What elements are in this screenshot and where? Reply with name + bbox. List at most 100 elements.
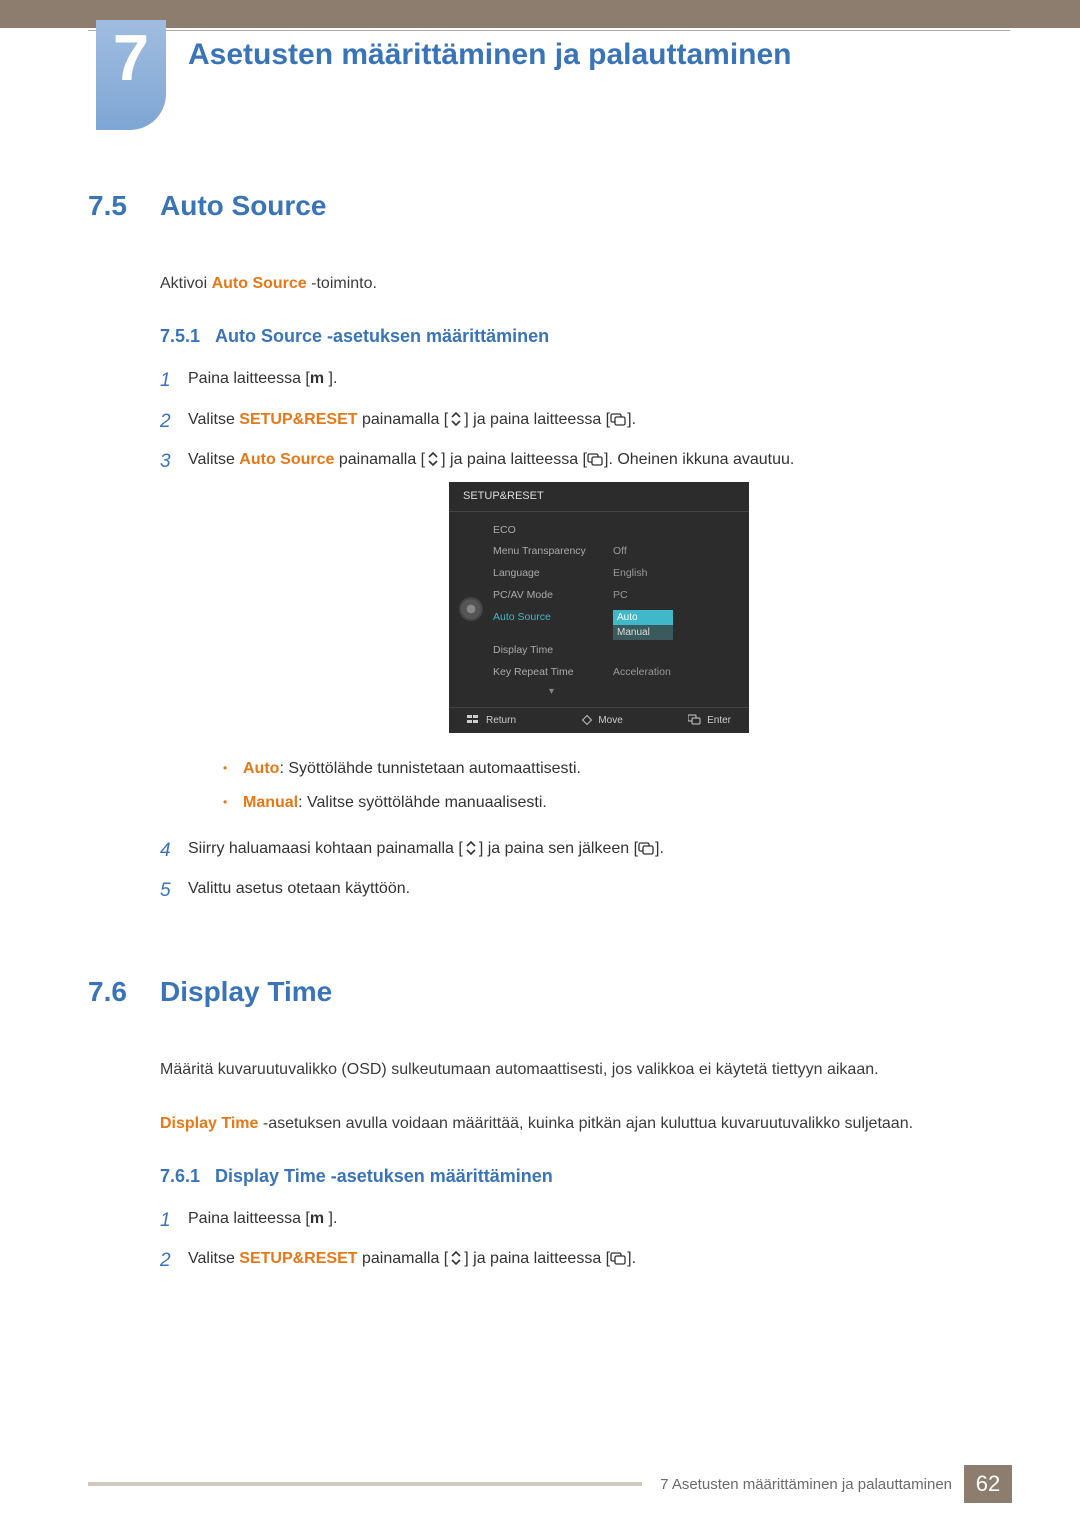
section-76-heading: 7.6 Display Time bbox=[88, 976, 1010, 1008]
footer-rule bbox=[88, 1482, 642, 1486]
title-rule bbox=[88, 30, 1010, 31]
step-1: 1 Paina laitteessa [m ]. bbox=[160, 367, 1010, 396]
text: Move bbox=[598, 713, 622, 728]
step-1: 1 Paina laitteessa [m ]. bbox=[160, 1207, 1010, 1236]
text: painamalla [ bbox=[358, 1250, 449, 1267]
highlight-auto-source: Auto Source bbox=[239, 451, 334, 468]
enter-icon bbox=[688, 714, 702, 726]
highlight-setup-reset: SETUP&RESET bbox=[239, 1250, 357, 1267]
osd-icon-column bbox=[449, 520, 493, 699]
text: Paina laitteessa [ bbox=[188, 1210, 310, 1227]
text: painamalla [ bbox=[334, 451, 425, 468]
intro-text: Aktivoi Auto Source -toiminto. bbox=[160, 272, 1010, 296]
steps-list-75: 1 Paina laitteessa [m ]. 2 Valitse SETUP… bbox=[160, 367, 1010, 906]
step-number: 4 bbox=[160, 837, 188, 866]
enter-icon bbox=[610, 411, 627, 427]
osd-secondary-option: Manual bbox=[493, 625, 749, 640]
step-4: 4 Siirry haluamaasi kohtaan painamalla [… bbox=[160, 837, 1010, 866]
osd-row-displaytime: Display Time bbox=[493, 640, 749, 662]
bullet-auto: Auto: Syöttölähde tunnistetaan automaatt… bbox=[223, 757, 1010, 781]
step-number: 2 bbox=[160, 408, 188, 437]
updown-icon bbox=[425, 451, 441, 467]
text: ]. bbox=[329, 1210, 338, 1227]
enter-icon bbox=[610, 1250, 627, 1266]
osd-value: English bbox=[613, 566, 703, 582]
section-75-heading: 7.5 Auto Source bbox=[88, 190, 1010, 222]
enter-icon bbox=[587, 451, 604, 467]
subsection-number: 7.5.1 bbox=[160, 326, 215, 347]
osd-footer-return: Return bbox=[467, 713, 516, 728]
enter-icon bbox=[638, 840, 655, 856]
osd-title: SETUP&RESET bbox=[449, 482, 749, 512]
step-3: 3 Valitse Auto Source painamalla [] ja p… bbox=[160, 448, 1010, 825]
intro-text-76: Määritä kuvaruutuvalikko (OSD) sulkeutum… bbox=[160, 1058, 1010, 1082]
subsection-title: Display Time -asetuksen määrittäminen bbox=[215, 1166, 553, 1187]
highlight-manual: Manual bbox=[243, 791, 298, 815]
text: ] ja paina laitteessa [ bbox=[464, 1250, 610, 1267]
osd-label: Auto Source bbox=[493, 610, 613, 626]
diamond-icon bbox=[581, 714, 593, 726]
step-text: Siirry haluamaasi kohtaan painamalla [ ] … bbox=[188, 837, 1010, 861]
text: ]. bbox=[627, 411, 636, 428]
text: Valitse bbox=[188, 411, 239, 428]
text: Siirry haluamaasi kohtaan painamalla [ bbox=[188, 840, 463, 857]
text: ] ja paina laitteessa [ bbox=[464, 411, 610, 428]
text: -toiminto. bbox=[307, 275, 377, 292]
step-text: Valitse Auto Source painamalla [] ja pai… bbox=[188, 448, 1010, 825]
updown-icon bbox=[448, 411, 464, 427]
osd-row-keyrepeat: Key Repeat TimeAcceleration bbox=[493, 662, 749, 684]
step-5: 5 Valittu asetus otetaan käyttöön. bbox=[160, 877, 1010, 906]
text: Enter bbox=[707, 713, 731, 728]
step-text: Paina laitteessa [m ]. bbox=[188, 1207, 1010, 1231]
text: ]. Oheinen ikkuna avautuu. bbox=[604, 451, 794, 468]
osd-row-pcav: PC/AV ModePC bbox=[493, 585, 749, 607]
osd-row-eco: ECO bbox=[493, 520, 749, 542]
menu-symbol: m bbox=[310, 370, 324, 387]
osd-option-manual: Manual bbox=[613, 625, 673, 640]
text: ]. bbox=[655, 840, 664, 857]
chapter-number: 7 bbox=[113, 20, 149, 95]
osd-footer-move: Move bbox=[581, 713, 622, 728]
step-number: 1 bbox=[160, 367, 188, 396]
step-number: 1 bbox=[160, 1207, 188, 1236]
osd-value: Off bbox=[613, 544, 703, 560]
step-number: 5 bbox=[160, 877, 188, 906]
step-text: Valitse SETUP&RESET painamalla [] ja pai… bbox=[188, 408, 1010, 432]
text: ] ja paina laitteessa [ bbox=[441, 451, 587, 468]
menu-icon bbox=[467, 715, 481, 725]
osd-label: Display Time bbox=[493, 643, 613, 659]
updown-icon bbox=[448, 1250, 464, 1266]
osd-value: Acceleration bbox=[613, 665, 703, 681]
subsection-751-heading: 7.5.1 Auto Source -asetuksen määrittämin… bbox=[160, 326, 1010, 347]
text: ] ja paina sen jälkeen [ bbox=[479, 840, 638, 857]
osd-value-selected: Auto bbox=[613, 610, 673, 626]
highlight-auto: Auto bbox=[243, 757, 279, 781]
text: : Valitse syöttölähde manuaalisesti. bbox=[298, 791, 547, 815]
section-title: Auto Source bbox=[160, 190, 326, 222]
osd-value bbox=[613, 643, 703, 659]
osd-value bbox=[613, 523, 703, 539]
footer-chapter-text: 7 Asetusten määrittäminen ja palauttamin… bbox=[660, 1476, 952, 1493]
step-text: Valitse SETUP&RESET painamalla [] ja pai… bbox=[188, 1247, 1010, 1271]
osd-value: PC bbox=[613, 588, 703, 604]
text: ]. bbox=[627, 1250, 636, 1267]
highlight-setup-reset: SETUP&RESET bbox=[239, 411, 357, 428]
menu-symbol: m bbox=[310, 1210, 324, 1227]
page-number: 62 bbox=[964, 1465, 1012, 1503]
osd-label: Language bbox=[493, 566, 613, 582]
subsection-number: 7.6.1 bbox=[160, 1166, 215, 1187]
updown-icon bbox=[463, 840, 479, 856]
section-title: Display Time bbox=[160, 976, 332, 1008]
text: ]. bbox=[329, 370, 338, 387]
text: Return bbox=[486, 713, 516, 728]
osd-footer-enter: Enter bbox=[688, 713, 731, 728]
para2-76: Display Time -asetuksen avulla voidaan m… bbox=[160, 1112, 1010, 1136]
steps-list-76: 1 Paina laitteessa [m ]. 2 Valitse SETUP… bbox=[160, 1207, 1010, 1276]
step-2: 2 Valitse SETUP&RESET painamalla [] ja p… bbox=[160, 1247, 1010, 1276]
osd-label: Menu Transparency bbox=[493, 544, 613, 560]
text: Paina laitteessa [ bbox=[188, 370, 310, 387]
osd-row-transparency: Menu TransparencyOff bbox=[493, 541, 749, 563]
text: : Syöttölähde tunnistetaan automaattises… bbox=[279, 757, 581, 781]
step-text: Valittu asetus otetaan käyttöön. bbox=[188, 877, 1010, 901]
page-content: 7.5 Auto Source Aktivoi Auto Source -toi… bbox=[88, 190, 1010, 1288]
